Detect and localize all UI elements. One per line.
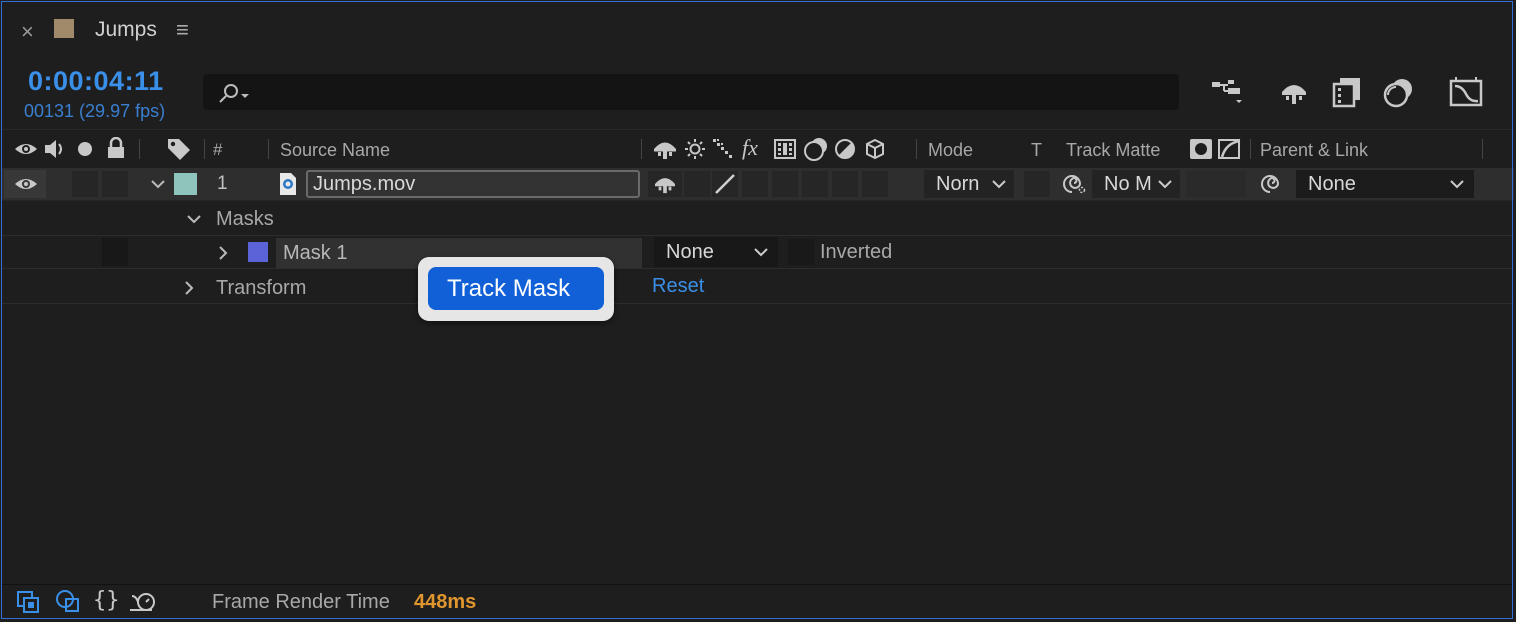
- draft-3d-icon[interactable]: [1278, 78, 1310, 106]
- blend-mode-value: Norn: [936, 173, 980, 195]
- luma-matte-icon[interactable]: [1218, 139, 1242, 159]
- frame-count: 00131 (29.97 fps): [24, 101, 166, 121]
- track-matte-dropdown[interactable]: No M: [1092, 170, 1180, 198]
- header-divider: [641, 139, 642, 159]
- transform-label[interactable]: Transform: [216, 277, 306, 300]
- masks-expand-chevron-icon[interactable]: [186, 212, 202, 226]
- panel-tab-bar: [2, 2, 1514, 58]
- lock-toggle-cell[interactable]: [102, 171, 128, 197]
- layer-name[interactable]: Jumps.mov: [313, 173, 415, 196]
- blend-mode-dropdown[interactable]: Norn: [924, 170, 1014, 198]
- label-tag-icon[interactable]: [166, 137, 192, 161]
- chevron-down-icon: [1158, 180, 1172, 189]
- search-input[interactable]: [251, 78, 1155, 106]
- mask-color-swatch[interactable]: [248, 242, 268, 262]
- layer-number: 1: [217, 173, 228, 194]
- shy-icon[interactable]: [652, 138, 678, 160]
- footage-file-icon[interactable]: [279, 172, 297, 196]
- frame-blend-switch-icon[interactable]: [773, 138, 797, 160]
- layer-label-color[interactable]: [174, 173, 197, 195]
- frame-render-time-label: Frame Render Time: [212, 591, 390, 613]
- 3d-layer-icon[interactable]: [864, 138, 886, 160]
- composition-swatch: [54, 19, 74, 38]
- track-mask-tooltip: Track Mask: [418, 257, 614, 321]
- matte-toggle-cell[interactable]: [1186, 171, 1246, 197]
- close-tab-icon[interactable]: ×: [21, 19, 34, 45]
- header-divider: [204, 139, 205, 159]
- in-out-pane-icon[interactable]: {}: [93, 588, 120, 613]
- search-field[interactable]: [203, 74, 1179, 110]
- mask-name[interactable]: Mask 1: [283, 242, 347, 265]
- track-matte-value: No M: [1104, 173, 1152, 195]
- 3d-switch-cell[interactable]: [862, 171, 888, 197]
- layer-number-header: #: [213, 140, 223, 159]
- mask-inverted-checkbox[interactable]: [788, 239, 814, 265]
- parent-link-header: Parent & Link: [1260, 140, 1369, 160]
- mask-inverted-label: Inverted: [820, 241, 893, 263]
- layer-switches-pane-icon[interactable]: [16, 590, 42, 616]
- effects-switch-cell[interactable]: [742, 171, 768, 197]
- mask-mode-dropdown[interactable]: None: [654, 237, 778, 267]
- preserve-transparency-header: T: [1031, 140, 1042, 160]
- header-divider: [139, 139, 140, 159]
- quality-best-icon[interactable]: [713, 172, 737, 196]
- layer-visibility-icon[interactable]: [14, 175, 38, 193]
- mask-expand-chevron-icon[interactable]: [217, 245, 229, 261]
- quality-icon[interactable]: [712, 138, 736, 160]
- collapse-transformation-icon[interactable]: [684, 138, 706, 160]
- parent-dropdown[interactable]: None: [1296, 170, 1474, 198]
- chevron-down-icon: [992, 180, 1006, 189]
- audio-icon[interactable]: [43, 138, 69, 160]
- parent-value: None: [1308, 173, 1356, 195]
- frame-render-time-value: 448ms: [414, 591, 477, 613]
- header-divider: [1482, 139, 1483, 159]
- chevron-down-icon: [1450, 180, 1464, 189]
- mode-header: Mode: [928, 140, 974, 160]
- effects-icon[interactable]: fx: [742, 135, 758, 161]
- adjustment-layer-icon[interactable]: [834, 138, 856, 160]
- transform-reset-link[interactable]: Reset: [652, 275, 704, 298]
- tooltip-label: Track Mask: [447, 275, 571, 302]
- parent-pick-whip-icon[interactable]: [1258, 172, 1284, 196]
- chevron-down-icon: [754, 248, 768, 257]
- transfer-controls-pane-icon[interactable]: [54, 589, 82, 615]
- panel-menu-icon[interactable]: ≡: [176, 17, 189, 43]
- adjustment-switch-cell[interactable]: [832, 171, 858, 197]
- header-divider: [1250, 139, 1251, 159]
- collapse-switch-cell[interactable]: [684, 171, 710, 197]
- preserve-transparency-cell[interactable]: [1024, 171, 1050, 197]
- mask-mode-value: None: [666, 241, 714, 263]
- motion-blur-switch-icon[interactable]: [802, 136, 830, 162]
- motion-blur-icon[interactable]: [1382, 77, 1416, 109]
- frame-blending-icon[interactable]: [1330, 76, 1364, 108]
- solo-icon[interactable]: [78, 142, 92, 156]
- layer-shy-icon[interactable]: [653, 174, 677, 194]
- expand-layer-chevron-icon[interactable]: [150, 177, 166, 191]
- audio-toggle-cell[interactable]: [72, 171, 98, 197]
- composition-flowchart-icon[interactable]: [1210, 78, 1246, 108]
- track-matte-header: Track Matte: [1066, 140, 1161, 160]
- current-timecode[interactable]: 0:00:04:11: [28, 66, 164, 97]
- layer-name-field[interactable]: Jumps.mov: [306, 170, 640, 198]
- video-visibility-icon[interactable]: [14, 140, 38, 158]
- motion-blur-switch-cell[interactable]: [802, 171, 828, 197]
- mask-lock-cell[interactable]: [102, 238, 128, 266]
- transform-expand-chevron-icon[interactable]: [183, 280, 195, 296]
- search-icon[interactable]: [217, 82, 253, 104]
- frame-blend-switch-cell[interactable]: [772, 171, 798, 197]
- header-divider: [916, 139, 917, 159]
- matte-pick-whip-icon[interactable]: [1060, 172, 1086, 196]
- masks-group-label[interactable]: Masks: [216, 208, 274, 231]
- composition-tab-title[interactable]: Jumps: [95, 18, 157, 42]
- render-time-pane-icon[interactable]: [128, 590, 158, 614]
- alpha-matte-icon[interactable]: [1190, 139, 1212, 159]
- lock-icon[interactable]: [106, 137, 126, 159]
- header-divider: [268, 139, 269, 159]
- source-name-header[interactable]: Source Name: [280, 140, 390, 161]
- graph-editor-icon[interactable]: [1448, 76, 1484, 108]
